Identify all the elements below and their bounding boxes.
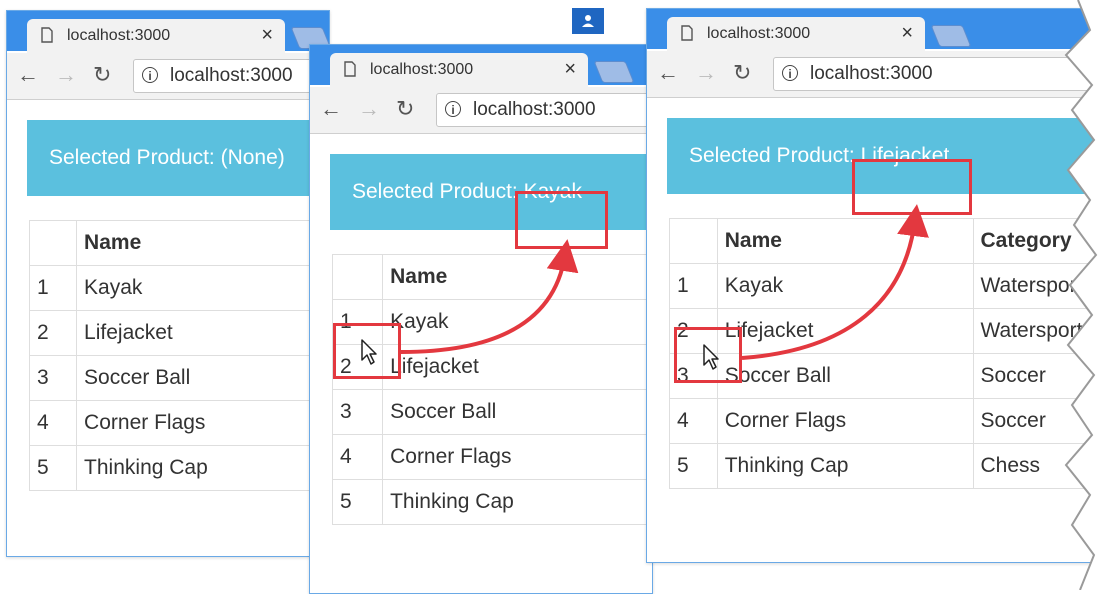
browser-window-1: localhost:3000 × ← → ↻ i localhost:3000 … [6,10,330,557]
row-name: Lifejacket [383,345,652,390]
row-category: Chess [973,444,1102,489]
row-id[interactable]: 4 [670,399,718,444]
toolbar: ← → ↻ i localhost:3000 [310,87,652,134]
table-row[interactable]: 5Thinking Cap [333,480,652,525]
toolbar: ← → ↻ i localhost:3000 [7,53,329,100]
browser-window-2: localhost:3000 × ← → ↻ i localhost:3000 … [309,44,653,594]
reload-icon[interactable]: ↻ [396,97,414,121]
row-id[interactable]: 5 [670,444,718,489]
row-id[interactable]: 3 [30,356,77,401]
row-name: Soccer Ball [383,390,652,435]
info-icon[interactable]: i [142,67,158,83]
url-text: localhost:3000 [170,65,293,87]
address-bar[interactable]: i localhost:3000 [133,59,330,93]
row-name: Lifejacket [77,311,329,356]
highlight-box-kayak-banner [515,191,608,249]
back-arrow-icon[interactable]: ← [657,61,679,85]
row-name: Thinking Cap [717,444,973,489]
category-header: Category [973,219,1102,264]
row-name: Soccer Ball [77,356,329,401]
row-name: Corner Flags [77,401,329,446]
browser-window-3: localhost:3000 × ← → ↻ i localhost:3000 … [646,8,1102,563]
cursor-icon [360,338,378,366]
table-row[interactable]: 4Corner FlagsSoccer [670,399,1102,444]
row-name: Corner Flags [383,435,652,480]
row-name: Thinking Cap [383,480,652,525]
table-row[interactable]: 3Soccer Ball [333,390,652,435]
table-row[interactable]: 2Lifejacket [30,311,329,356]
table-row[interactable]: 4Corner Flags [333,435,652,480]
close-icon[interactable]: × [261,24,273,47]
tab-title: localhost:3000 [67,27,170,45]
row-id[interactable]: 5 [30,446,77,491]
product-table: Name 1Kayak 2Lifejacket 3Soccer Ball 4Co… [29,220,329,491]
page-icon [41,27,53,43]
table-header-row: Name [333,255,652,300]
row-id[interactable]: 5 [333,480,383,525]
close-icon[interactable]: × [564,58,576,81]
table-header-row: NameCategory [670,219,1102,264]
page-icon [344,61,356,77]
row-id[interactable]: 4 [333,435,383,480]
toolbar: ← → ↻ i localhost:3000 [647,51,1102,98]
info-icon[interactable]: i [782,65,798,81]
row-category: Watersports [973,264,1102,309]
row-name: Thinking Cap [77,446,329,491]
back-arrow-icon[interactable]: ← [17,63,39,87]
page-content: Selected Product: (None) Name 1Kayak 2Li… [7,100,329,556]
cursor-icon [702,343,720,371]
row-category: Soccer [973,354,1102,399]
id-header [670,219,718,264]
row-id[interactable]: 3 [333,390,383,435]
row-name: Kayak [383,300,652,345]
row-name: Lifejacket [717,309,973,354]
id-header [333,255,383,300]
row-name: Kayak [77,266,329,311]
url-text: localhost:3000 [473,99,596,121]
row-id[interactable]: 1 [30,266,77,311]
forward-arrow-icon[interactable]: → [55,63,77,87]
table-row[interactable]: 4Corner Flags [30,401,329,446]
selected-product-banner: Selected Product: (None) [27,120,330,196]
table-row[interactable]: 3Soccer Ball [30,356,329,401]
back-arrow-icon[interactable]: ← [320,97,342,121]
tab-title: localhost:3000 [370,61,473,79]
row-category: Soccer [973,399,1102,444]
row-id[interactable]: 2 [30,311,77,356]
address-bar[interactable]: i localhost:3000 [773,57,1102,91]
browser-tab[interactable]: localhost:3000 × [27,19,285,53]
row-category: Watersports [973,309,1102,354]
address-bar[interactable]: i localhost:3000 [436,93,653,127]
id-header [30,221,77,266]
table-row[interactable]: 5Thinking CapChess [670,444,1102,489]
profile-badge[interactable] [572,8,604,34]
table-header-row: Name [30,221,329,266]
browser-tab[interactable]: localhost:3000 × [330,53,588,87]
url-text: localhost:3000 [810,63,933,85]
name-header: Name [77,221,329,266]
info-icon[interactable]: i [445,101,461,117]
product-table: Name 1Kayak 2Lifejacket 3Soccer Ball 4Co… [332,254,652,525]
row-name: Corner Flags [717,399,973,444]
close-icon[interactable]: × [901,22,913,45]
reload-icon[interactable]: ↻ [733,61,751,85]
name-header: Name [717,219,973,264]
name-header: Name [383,255,652,300]
row-id[interactable]: 4 [30,401,77,446]
highlight-box-lifejacket-banner [852,159,972,215]
reload-icon[interactable]: ↻ [93,63,111,87]
row-name: Soccer Ball [717,354,973,399]
page-icon [681,25,693,41]
row-id[interactable]: 1 [670,264,718,309]
row-name: Kayak [717,264,973,309]
table-row[interactable]: 1Kayak [30,266,329,311]
table-row[interactable]: 5Thinking Cap [30,446,329,491]
forward-arrow-icon[interactable]: → [695,61,717,85]
browser-tab[interactable]: localhost:3000 × [667,17,925,51]
user-icon [572,8,604,34]
forward-arrow-icon[interactable]: → [358,97,380,121]
tab-title: localhost:3000 [707,25,810,43]
table-row[interactable]: 1KayakWatersports [670,264,1102,309]
